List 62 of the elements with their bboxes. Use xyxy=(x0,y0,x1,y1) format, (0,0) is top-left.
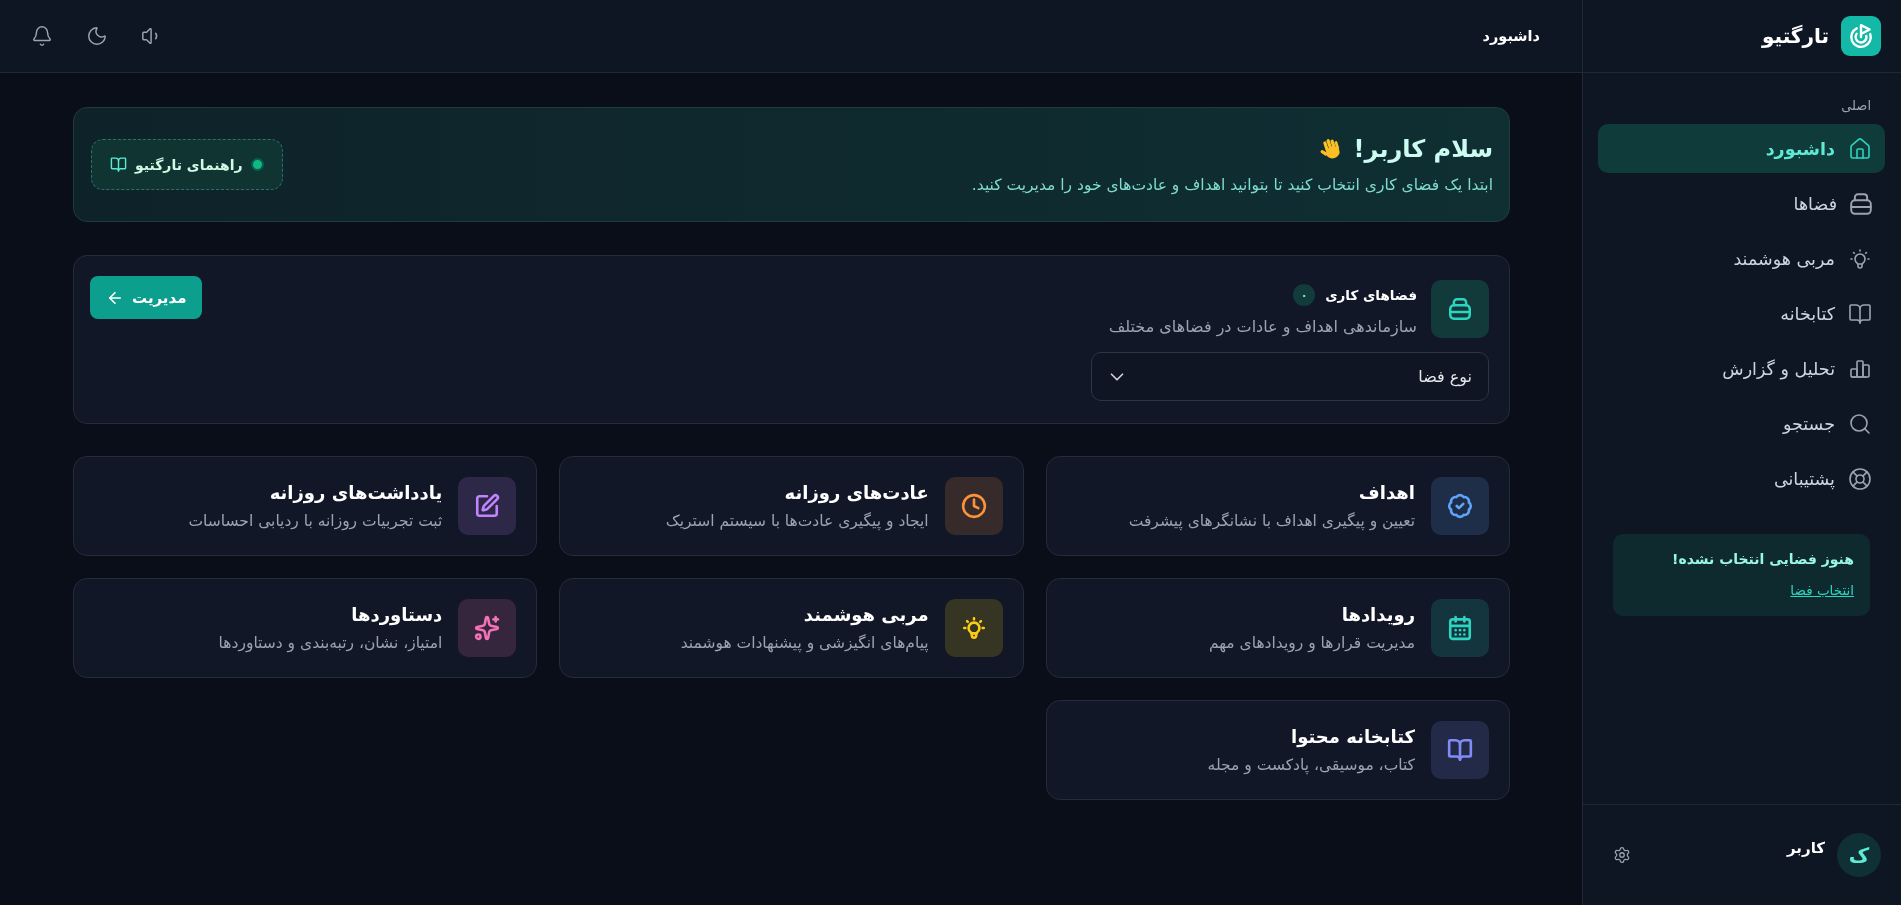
home-icon xyxy=(1848,136,1872,161)
feature-description: ایجاد و پیگیری عادت‌ها با سیستم استریک xyxy=(665,512,929,530)
feature-description: تعیین و پیگیری اهداف با نشانگرهای پیشرفت xyxy=(1128,512,1415,530)
calendar-icon xyxy=(1431,599,1489,657)
feature-card[interactable]: رویدادها مدیریت قرارها و رویدادهای مهم xyxy=(1045,578,1510,678)
pencil-square-icon xyxy=(458,477,517,535)
sidebar-item[interactable]: پشتیبانی xyxy=(1598,454,1885,503)
page-title: داشبورد xyxy=(1482,28,1540,44)
open-book-icon xyxy=(1431,721,1489,779)
feature-title: کتابخانه محتوا xyxy=(1291,726,1415,747)
sparkles-icon xyxy=(458,599,517,657)
settings-icon[interactable] xyxy=(1613,846,1631,864)
sidebar-item[interactable]: داشبورد xyxy=(1598,124,1885,173)
clock-icon xyxy=(944,477,1003,535)
space-type-select[interactable]: نوع فضا xyxy=(1091,352,1489,401)
target-logo-icon xyxy=(1841,16,1881,56)
feature-card[interactable]: عادت‌های روزانه ایجاد و پیگیری عادت‌ها با سیستم استریک xyxy=(559,456,1024,556)
feature-card[interactable]: دستاوردها امتیاز، نشان، رتبه‌بندی و دستاوردها xyxy=(73,578,538,678)
badge-check-icon xyxy=(1431,477,1489,535)
workspaces-title: فضاهای کاری xyxy=(1325,287,1417,303)
feature-card[interactable]: کتابخانه محتوا کتاب، موسیقی، پادکست و مجله xyxy=(1045,700,1510,800)
feature-title: اهداف xyxy=(1358,482,1415,503)
bell-icon[interactable] xyxy=(31,25,53,47)
feature-description: ثبت تجربیات روزانه با ردیابی احساسات xyxy=(188,512,443,530)
feature-title: دستاوردها xyxy=(351,604,443,625)
stacked-box-icon xyxy=(1850,192,1872,215)
app-name: تارگتیو xyxy=(1761,24,1829,48)
welcome-text: ابتدا یک فضای کاری انتخاب کنید تا بتوانید اهداف و عادت‌های خود را مدیریت کنید. xyxy=(971,176,1493,194)
sidebar-item[interactable]: تحلیل و گزارش xyxy=(1598,344,1885,393)
feature-card[interactable]: یادداشت‌های روزانه ثبت تجربیات روزانه با ردیابی احساسات xyxy=(73,456,538,556)
guide-button[interactable]: راهنمای تارگتیو xyxy=(91,139,283,190)
lightbulb-icon xyxy=(944,599,1003,657)
select-space-link[interactable]: انتخاب فضا xyxy=(1790,582,1854,598)
feature-title: عادت‌های روزانه xyxy=(784,482,929,503)
lifebuoy-icon xyxy=(1848,466,1872,491)
feature-card[interactable]: اهداف تعیین و پیگیری اهداف با نشانگرهای پیشرفت xyxy=(1045,456,1510,556)
feature-card[interactable]: مربی هوشمند پیام‌های انگیزشی و پیشنهادات هوشمند xyxy=(559,578,1024,678)
feature-title: یادداشت‌های روزانه xyxy=(269,482,443,503)
open-book-icon xyxy=(1848,301,1872,326)
sidebar-item[interactable]: فضاها xyxy=(1598,179,1885,228)
search-icon xyxy=(1848,411,1872,436)
sidebar-item[interactable]: کتابخانه xyxy=(1598,289,1885,338)
moon-icon[interactable] xyxy=(86,25,108,47)
feature-title: مربی هوشمند xyxy=(803,604,929,625)
feature-title: رویدادها xyxy=(1341,604,1415,625)
feature-description: مدیریت قرارها و رویدادهای مهم xyxy=(1208,634,1415,652)
stacked-box-icon xyxy=(1431,280,1489,338)
feature-description: پیام‌های انگیزشی و پیشنهادات هوشمند xyxy=(680,634,929,652)
notice-title: هنوز فضایی انتخاب نشده! xyxy=(1672,551,1854,567)
user-avatar[interactable]: ک xyxy=(1837,833,1881,877)
workspace-count: ۰ xyxy=(1293,284,1316,306)
feature-description: امتیاز، نشان، رتبه‌بندی و دستاوردها xyxy=(218,634,443,652)
sidebar-item[interactable]: مربی هوشمند xyxy=(1598,234,1885,283)
status-dot-icon xyxy=(250,158,264,171)
lightbulb-icon xyxy=(1848,246,1872,271)
open-book-icon xyxy=(110,156,127,173)
workspaces-subtitle: سازماندهی اهداف و عادات در فضاهای مختلف xyxy=(1108,317,1417,336)
welcome-title: سلام کاربر! xyxy=(1353,135,1493,163)
user-name: کاربر xyxy=(1787,839,1825,857)
sidebar-item[interactable]: جستجو xyxy=(1598,399,1885,448)
section-label: اصلی xyxy=(1841,98,1872,113)
feature-description: کتاب، موسیقی، پادکست و مجله xyxy=(1207,756,1415,774)
